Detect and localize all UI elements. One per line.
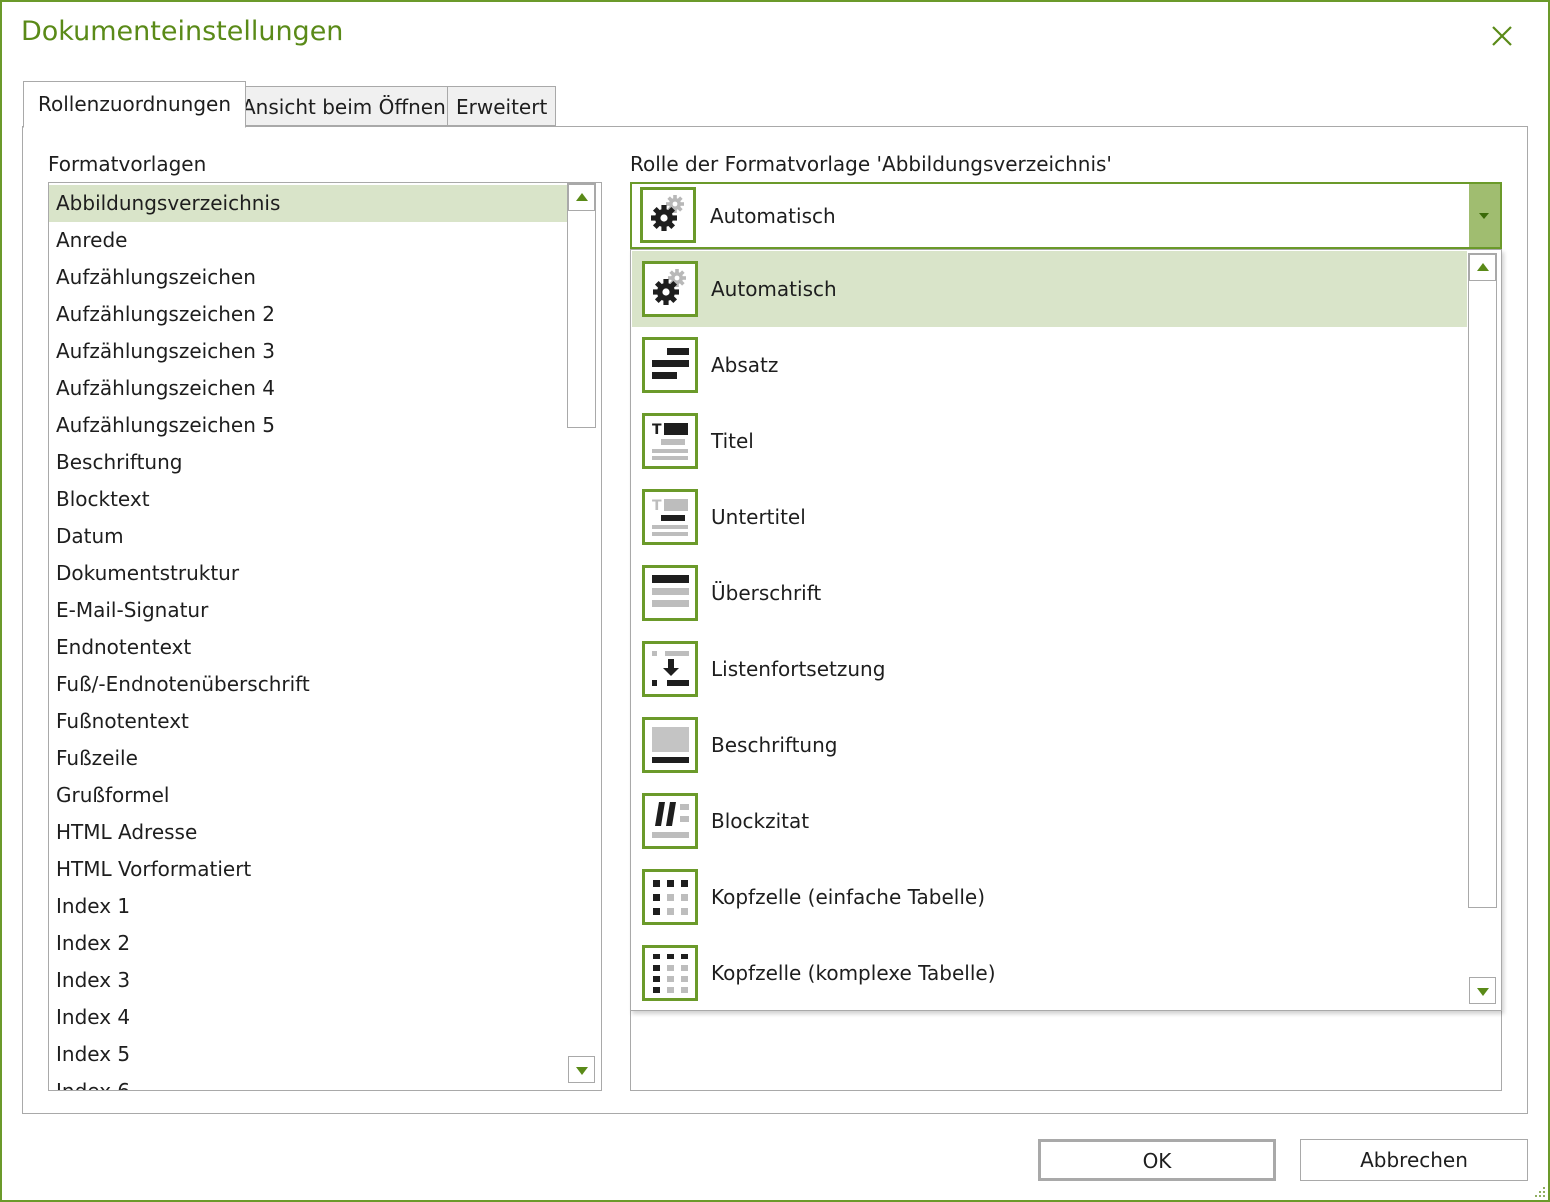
- dropdown-scroll-down-button[interactable]: [1469, 977, 1496, 1004]
- formatvorlage-item[interactable]: Dokumentstruktur: [49, 555, 567, 592]
- paragraph-icon: [642, 337, 698, 393]
- role-option-label: Überschrift: [711, 581, 822, 605]
- blockquote-icon: [642, 793, 698, 849]
- formatvorlage-item[interactable]: Index 1: [49, 888, 567, 925]
- chevron-down-icon: [576, 1067, 588, 1075]
- table-header-complex-icon: [642, 945, 698, 1001]
- dropdown-scrollbar[interactable]: [1468, 253, 1497, 908]
- role-combobox[interactable]: Automatisch: [630, 182, 1502, 249]
- ok-button[interactable]: OK: [1038, 1139, 1276, 1181]
- title-icon: [642, 413, 698, 469]
- role-label: Rolle der Formatvorlage 'Abbildungsverze…: [630, 152, 1112, 176]
- combo-gear-icon: [640, 187, 696, 243]
- formatvorlage-item[interactable]: Aufzählungszeichen: [49, 259, 567, 296]
- close-button[interactable]: [1482, 16, 1522, 56]
- formatvorlage-item[interactable]: Anrede: [49, 222, 567, 259]
- role-option[interactable]: Automatisch: [632, 251, 1467, 327]
- formatvorlagen-list[interactable]: Abbildungsverzeichnis Anrede Aufzählungsze…: [48, 182, 602, 1091]
- formatvorlage-item[interactable]: Fuß/-Endnotenüberschrift: [49, 666, 567, 703]
- role-option[interactable]: Beschriftung: [632, 707, 1467, 783]
- formatvorlage-item[interactable]: Endnotentext: [49, 629, 567, 666]
- formatvorlage-item[interactable]: Aufzählungszeichen 3: [49, 333, 567, 370]
- scroll-up-button[interactable]: [568, 184, 595, 211]
- role-option-label: Kopfzelle (einfache Tabelle): [711, 885, 986, 909]
- formatvorlagen-label: Formatvorlagen: [48, 152, 207, 176]
- role-option[interactable]: Titel: [632, 403, 1467, 479]
- role-option-label: Listenfortsetzung: [711, 657, 886, 681]
- formatvorlage-item[interactable]: Fußzeile: [49, 740, 567, 777]
- scroll-down-button[interactable]: [568, 1056, 595, 1083]
- dropdown-scroll-thumb[interactable]: [1469, 281, 1496, 907]
- dropdown-scroll-up-button[interactable]: [1469, 254, 1496, 281]
- role-option-label: Blockzitat: [711, 809, 810, 833]
- gear-icon: [642, 261, 698, 317]
- formatvorlage-item[interactable]: Beschriftung: [49, 444, 567, 481]
- chevron-down-icon: [1477, 988, 1489, 996]
- dialog-title: Dokumenteinstellungen: [21, 16, 344, 47]
- formatvorlage-item[interactable]: Aufzählungszeichen 5: [49, 407, 567, 444]
- role-option-label: Titel: [711, 429, 754, 453]
- role-option[interactable]: Überschrift: [632, 555, 1467, 631]
- close-icon: [1492, 26, 1512, 46]
- role-option[interactable]: Kopfzelle (komplexe Tabelle): [632, 935, 1467, 1010]
- combo-dropdown-button[interactable]: [1469, 184, 1500, 247]
- tab-rollenzuordnungen[interactable]: Rollenzuordnungen: [23, 81, 247, 128]
- formatvorlage-item[interactable]: Grußformel: [49, 777, 567, 814]
- formatvorlage-item[interactable]: Index 4: [49, 999, 567, 1036]
- resize-grip-icon[interactable]: [1532, 1184, 1546, 1198]
- formatvorlage-item[interactable]: Index 5: [49, 1036, 567, 1073]
- list-scrollbar[interactable]: [567, 183, 596, 428]
- role-option[interactable]: Blockzitat: [632, 783, 1467, 859]
- table-header-simple-icon: [642, 869, 698, 925]
- formatvorlage-item[interactable]: Datum: [49, 518, 567, 555]
- role-option[interactable]: Absatz: [632, 327, 1467, 403]
- heading-icon: [642, 565, 698, 621]
- formatvorlage-item[interactable]: Aufzählungszeichen 4: [49, 370, 567, 407]
- formatvorlage-item[interactable]: Aufzählungszeichen 2: [49, 296, 567, 333]
- gear-icon: [645, 192, 691, 238]
- formatvorlage-item[interactable]: Index 6: [49, 1073, 567, 1090]
- chevron-up-icon: [1477, 263, 1489, 271]
- role-option-label: Automatisch: [711, 277, 837, 301]
- formatvorlage-item[interactable]: HTML Vorformatiert: [49, 851, 567, 888]
- role-option-label: Untertitel: [711, 505, 806, 529]
- role-dropdown-list[interactable]: Automatisch Absatz Titel Untertitel Überschr…: [630, 249, 1502, 1011]
- chevron-down-icon: [1479, 213, 1489, 219]
- formatvorlage-item[interactable]: Index 2: [49, 925, 567, 962]
- formatvorlage-item[interactable]: Blocktext: [49, 481, 567, 518]
- tab-ansicht-beim-oeffnen[interactable]: Ansicht beim Öffnen: [233, 86, 455, 126]
- role-option-label: Kopfzelle (komplexe Tabelle): [711, 961, 996, 985]
- combo-value: Automatisch: [710, 204, 836, 228]
- caption-icon: [642, 717, 698, 773]
- role-option[interactable]: Untertitel: [632, 479, 1467, 555]
- list-continuation-icon: [642, 641, 698, 697]
- chevron-up-icon: [576, 193, 588, 201]
- formatvorlage-item[interactable]: HTML Adresse: [49, 814, 567, 851]
- role-option-label: Absatz: [711, 353, 779, 377]
- formatvorlage-item[interactable]: Fußnotentext: [49, 703, 567, 740]
- tab-erweitert[interactable]: Erweitert: [447, 86, 557, 126]
- role-option[interactable]: Listenfortsetzung: [632, 631, 1467, 707]
- scroll-thumb[interactable]: [568, 211, 595, 427]
- subtitle-icon: [642, 489, 698, 545]
- formatvorlage-item[interactable]: E-Mail-Signatur: [49, 592, 567, 629]
- cancel-button[interactable]: Abbrechen: [1300, 1139, 1528, 1181]
- formatvorlage-item[interactable]: Abbildungsverzeichnis: [49, 185, 567, 222]
- formatvorlage-item[interactable]: Index 3: [49, 962, 567, 999]
- role-option-label: Beschriftung: [711, 733, 838, 757]
- role-option[interactable]: Kopfzelle (einfache Tabelle): [632, 859, 1467, 935]
- role-details-box: [630, 1009, 1502, 1091]
